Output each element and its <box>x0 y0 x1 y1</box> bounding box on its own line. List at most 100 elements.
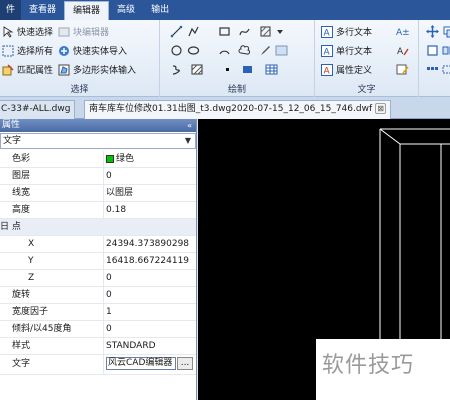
arc-tool-icon[interactable] <box>217 43 232 58</box>
attdef-button[interactable]: A 属性定义 <box>321 62 372 77</box>
menu-output[interactable]: 输出 <box>143 0 177 20</box>
block-editor-icon <box>58 26 70 38</box>
mtext-button[interactable]: A 多行文本 <box>321 24 372 39</box>
property-row-z[interactable]: Z 0 <box>0 270 196 287</box>
svg-text:A: A <box>324 47 331 57</box>
stext-label: 单行文本 <box>336 47 373 57</box>
property-value[interactable]: 1 <box>104 304 196 320</box>
property-value[interactable]: 0 <box>104 270 196 286</box>
polygon-entity-input-label: 多边形实体输入 <box>73 66 137 76</box>
panel-title: 属性 « <box>0 119 196 132</box>
hatch-pattern-icon[interactable] <box>190 62 205 77</box>
property-name: 倾斜/以45度角 <box>0 321 104 337</box>
property-row-rotation[interactable]: 旋转 0 <box>0 287 196 304</box>
line-tool-icon[interactable] <box>169 24 184 39</box>
point-tool-icon[interactable] <box>220 62 235 77</box>
mirror-tool-icon[interactable] <box>441 43 450 58</box>
object-type-select[interactable]: 文字 ▼ <box>0 133 196 149</box>
text-note-icon[interactable] <box>395 62 410 77</box>
select-all-icon <box>2 45 14 57</box>
attdef-label: 属性定义 <box>336 66 373 76</box>
chevron-down-icon: ▼ <box>184 136 192 145</box>
document-tabs: C-33#-ALL.dwg 南车库车位修改01.31出图_t3.dwg2020-… <box>0 97 450 119</box>
property-value[interactable]: 16418.667224119 <box>104 253 196 269</box>
quick-entity-import-button[interactable]: 快速实体导入 <box>58 43 127 58</box>
match-props-button[interactable]: 匹配属性 <box>2 62 53 77</box>
property-row-width-factor[interactable]: 宽度因子 1 <box>0 304 196 321</box>
property-name: 样式 <box>0 338 104 354</box>
watermark: 软件技巧 <box>316 339 450 400</box>
property-name: X <box>0 236 104 252</box>
quick-entity-import-label: 快速实体导入 <box>73 47 128 57</box>
circle-tool-icon[interactable] <box>169 43 184 58</box>
menu-viewer[interactable]: 查看器 <box>21 0 64 20</box>
hatch-tool-icon[interactable] <box>258 24 273 39</box>
squiggle-tool-icon[interactable] <box>169 62 184 77</box>
table-tool-icon[interactable] <box>264 62 279 77</box>
property-value[interactable]: 0 <box>104 168 196 184</box>
dropdown-arrow-icon[interactable] <box>272 24 287 39</box>
property-row-layer[interactable]: 图层 0 <box>0 168 196 185</box>
menu-editor[interactable]: 编辑器 <box>64 1 110 20</box>
edit-text-button[interactable]: ... <box>177 357 193 370</box>
text-group: A 多行文本 A 单行文本 A 属性定义 A± A 文字 <box>315 20 419 97</box>
revcloud-tool-icon[interactable] <box>237 43 252 58</box>
property-value[interactable]: 24394.373890298 <box>104 236 196 252</box>
property-value[interactable]: 0 <box>104 287 196 303</box>
match-props-label: 匹配属性 <box>17 66 54 76</box>
ellipse-tool-icon[interactable] <box>186 43 201 58</box>
quick-select-label: 快速选择 <box>17 28 54 38</box>
property-value[interactable]: 0.18 <box>104 202 196 218</box>
property-value[interactable]: STANDARD <box>104 338 196 354</box>
move-tool-icon[interactable] <box>425 24 440 39</box>
property-row-lineweight[interactable]: 线宽 以图层 <box>0 185 196 202</box>
polyline-tool-icon[interactable] <box>186 24 201 39</box>
menu-file[interactable]: 件 <box>0 0 22 20</box>
text-edit-icon[interactable]: A <box>395 43 410 58</box>
quick-select-button[interactable]: 快速选择 <box>2 24 53 39</box>
select-all-button[interactable]: 选择所有 <box>2 43 53 58</box>
block-editor-button[interactable]: 块编辑器 <box>58 24 109 39</box>
stext-button[interactable]: A 单行文本 <box>321 43 372 58</box>
section-name: 日 点 <box>0 219 104 235</box>
copy-tool-icon[interactable] <box>441 24 450 39</box>
array-tool-icon[interactable] <box>425 62 440 77</box>
property-name: 文字 <box>0 355 104 374</box>
property-value[interactable]: 绿色 <box>104 151 196 167</box>
menu-advanced[interactable]: 高级 <box>109 0 143 20</box>
property-row-y[interactable]: Y 16418.667224119 <box>0 253 196 270</box>
text-group-label: 文字 <box>357 85 376 95</box>
draw-group-label: 绘制 <box>227 85 246 95</box>
collapse-panel-icon[interactable]: « <box>187 119 192 132</box>
property-value[interactable]: 以图层 <box>104 185 196 201</box>
close-tab-icon[interactable]: ⊠ <box>375 103 387 114</box>
properties-panel: 属性 « 文字 ▼ 色彩 绿色 图层 0 线宽 以图层 高度 0.18 日 点 … <box>0 119 197 400</box>
property-row-height[interactable]: 高度 0.18 <box>0 202 196 219</box>
tab-south-garage[interactable]: 南车库车位修改01.31出图_t3.dwg2020-07-15_12_06_15… <box>84 100 392 119</box>
quick-select-icon <box>2 25 14 38</box>
property-row-text[interactable]: 文字 风云CAD编辑器... <box>0 355 196 375</box>
property-row-oblique[interactable]: 倾斜/以45度角 0 <box>0 321 196 338</box>
property-value[interactable]: 风云CAD编辑器... <box>104 355 196 374</box>
image-insert-icon[interactable] <box>274 43 289 58</box>
property-row-style[interactable]: 样式 STANDARD <box>0 338 196 355</box>
select-all-label: 选择所有 <box>17 47 54 57</box>
menu-bar: 件 查看器 编辑器 高级 输出 <box>0 0 450 20</box>
svg-text:A: A <box>397 47 404 57</box>
text-style-icon[interactable]: A± <box>395 24 410 39</box>
region-tool-icon[interactable] <box>240 62 255 77</box>
tab-c33-all[interactable]: C-33#-ALL.dwg <box>0 100 76 119</box>
svg-text:A: A <box>324 28 331 38</box>
square-tool-icon[interactable] <box>425 43 440 58</box>
property-row-color[interactable]: 色彩 绿色 <box>0 151 196 168</box>
property-value[interactable]: 0 <box>104 321 196 337</box>
property-section-point[interactable]: 日 点 <box>0 219 196 236</box>
spline-tool-icon[interactable] <box>237 24 252 39</box>
polygon-entity-input-button[interactable]: 多边形实体输入 <box>58 62 136 77</box>
text-content-input[interactable]: 风云CAD编辑器 <box>106 357 176 370</box>
property-row-x[interactable]: X 24394.373890298 <box>0 236 196 253</box>
rectangle-tool-icon[interactable] <box>217 24 232 39</box>
stretch-tool-icon[interactable] <box>441 62 450 77</box>
select-group: 快速选择 选择所有 匹配属性 块编辑器 快速实体导入 多边形实体输入 选择 <box>0 20 160 97</box>
pen-tool-icon[interactable] <box>258 43 273 58</box>
